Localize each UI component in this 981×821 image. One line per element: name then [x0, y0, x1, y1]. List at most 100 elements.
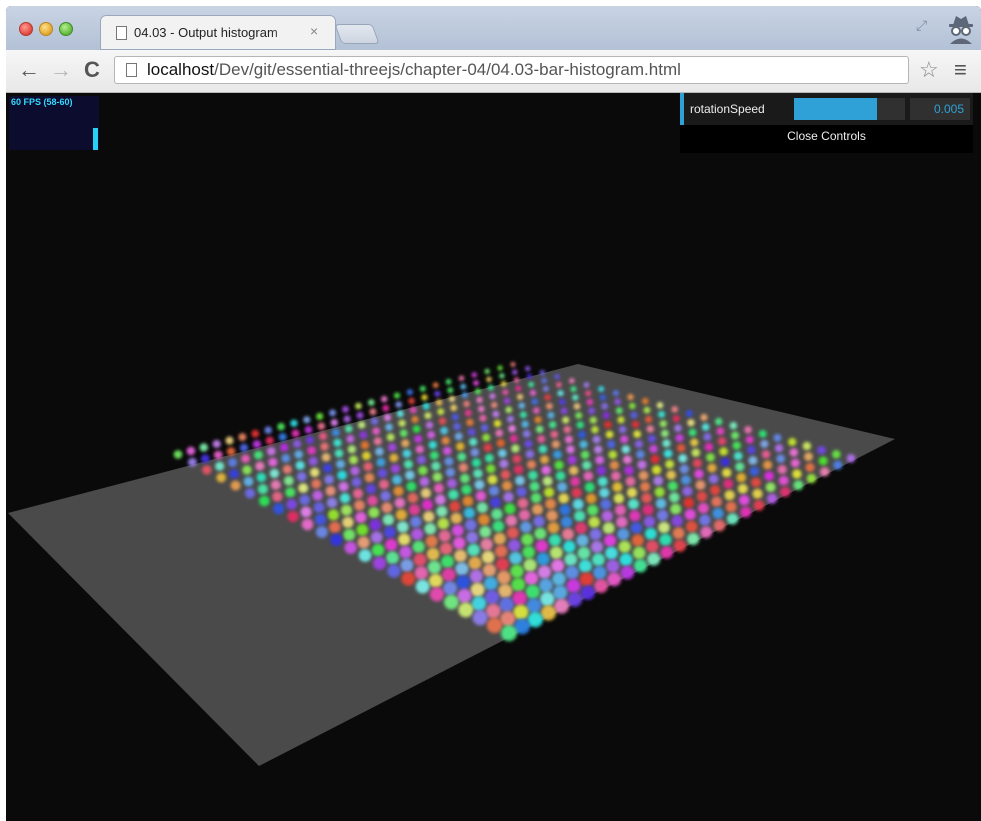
rotation-speed-value: 0.005 — [933, 102, 964, 116]
histogram-sphere — [765, 482, 776, 493]
histogram-sphere — [392, 474, 402, 485]
histogram-sphere — [778, 475, 789, 486]
histogram-sphere — [717, 437, 727, 446]
histogram-sphere — [347, 445, 357, 454]
histogram-sphere — [320, 442, 329, 451]
histogram-sphere — [409, 406, 417, 414]
histogram-sphere — [345, 425, 353, 433]
histogram-sphere — [473, 468, 483, 479]
histogram-sphere — [375, 447, 384, 456]
webgl-viewport[interactable]: 60 FPS (58-60) rotationSpeed 0.005 Close… — [6, 93, 981, 821]
histogram-sphere — [337, 470, 347, 481]
histogram-sphere — [458, 602, 474, 618]
histogram-sphere — [512, 454, 522, 464]
histogram-sphere — [594, 579, 609, 594]
browser-window: 04.03 - Output histogram × ⤢ ← → C local… — [6, 6, 981, 821]
histogram-sphere — [726, 513, 739, 525]
histogram-sphere — [607, 572, 622, 587]
rotation-speed-input[interactable]: 0.005 — [910, 98, 970, 120]
histogram-sphere — [485, 453, 494, 463]
histogram-sphere — [511, 577, 526, 592]
histogram-sphere — [306, 436, 314, 444]
back-button[interactable]: ← — [18, 58, 40, 82]
histogram-sphere — [521, 420, 529, 428]
histogram-sphere — [534, 416, 542, 424]
histogram-sphere — [495, 429, 504, 437]
histogram-sphere — [623, 455, 632, 465]
close-window-button[interactable] — [19, 22, 33, 36]
histogram-sphere — [604, 421, 612, 429]
histogram-sphere — [617, 416, 625, 424]
new-tab-button[interactable] — [334, 24, 380, 44]
histogram-sphere — [437, 408, 445, 416]
forward-button[interactable]: → — [50, 58, 72, 82]
histogram-sphere — [700, 413, 708, 422]
histogram-sphere — [636, 450, 645, 459]
histogram-sphere — [212, 439, 221, 449]
histogram-sphere — [352, 488, 364, 499]
histogram-sphere — [590, 540, 604, 554]
histogram-sphere — [470, 448, 480, 457]
histogram-sphere — [567, 592, 583, 607]
histogram-sphere — [817, 445, 826, 455]
histogram-sphere — [257, 484, 268, 495]
histogram-sphere — [277, 422, 285, 431]
browser-toolbar: ← → C localhost/Dev/git/essential-threej… — [6, 50, 981, 93]
histogram-sphere — [398, 419, 406, 427]
histogram-sphere — [545, 498, 556, 510]
histogram-sphere — [573, 403, 581, 410]
histogram-sphere — [397, 521, 409, 533]
histogram-sphere — [316, 526, 328, 538]
tab-close-icon[interactable]: × — [310, 23, 318, 39]
histogram-sphere — [388, 443, 397, 452]
histogram-sphere — [419, 385, 426, 392]
close-controls-button[interactable]: Close Controls — [680, 129, 973, 143]
histogram-sphere — [453, 536, 466, 550]
histogram-sphere — [625, 476, 636, 487]
url-text[interactable]: localhost/Dev/git/essential-threejs/chap… — [147, 60, 681, 80]
histogram-sphere — [607, 440, 616, 449]
histogram-sphere — [773, 433, 782, 442]
histogram-sphere — [748, 456, 758, 465]
rotation-speed-slider[interactable] — [794, 98, 905, 120]
menu-icon[interactable]: ≡ — [954, 58, 967, 82]
histogram-sphere — [715, 417, 723, 426]
histogram-sphere — [515, 385, 522, 392]
histogram-sphere — [790, 458, 800, 468]
histogram-sphere — [295, 460, 305, 470]
histogram-sphere — [685, 410, 693, 417]
histogram-sphere — [499, 459, 509, 469]
histogram-sphere — [252, 440, 261, 449]
histogram-sphere — [553, 450, 562, 459]
histogram-sphere — [634, 440, 644, 449]
fps-stats-panel[interactable]: 60 FPS (58-60) — [9, 96, 99, 150]
histogram-sphere — [372, 556, 387, 570]
histogram-sphere — [482, 563, 497, 577]
minimize-window-button[interactable] — [39, 22, 53, 36]
histogram-sphere — [525, 584, 540, 600]
histogram-sphere — [330, 533, 343, 546]
doc-icon — [116, 26, 127, 40]
maximize-window-button[interactable] — [59, 22, 73, 36]
tab-active[interactable]: 04.03 - Output histogram × — [100, 15, 336, 50]
histogram-sphere — [344, 541, 357, 554]
fullscreen-icon[interactable]: ⤢ — [916, 17, 934, 35]
histogram-sphere — [631, 420, 640, 429]
histogram-scene[interactable] — [6, 93, 981, 821]
address-bar[interactable]: localhost/Dev/git/essential-threejs/chap… — [114, 56, 909, 84]
histogram-sphere — [333, 438, 342, 447]
histogram-sphere — [538, 578, 553, 593]
histogram-sphere — [416, 455, 426, 465]
histogram-sphere — [407, 492, 419, 504]
reload-button[interactable]: C — [84, 58, 100, 82]
histogram-sphere — [547, 411, 555, 419]
histogram-sphere — [637, 460, 647, 470]
histogram-sphere — [671, 515, 683, 527]
histogram-sphere — [199, 443, 208, 452]
histogram-sphere — [659, 420, 667, 428]
histogram-sphere — [243, 476, 254, 487]
histogram-sphere — [370, 531, 383, 544]
star-icon[interactable]: ☆ — [919, 58, 939, 82]
histogram-sphere — [846, 453, 856, 463]
histogram-sphere — [628, 498, 639, 510]
